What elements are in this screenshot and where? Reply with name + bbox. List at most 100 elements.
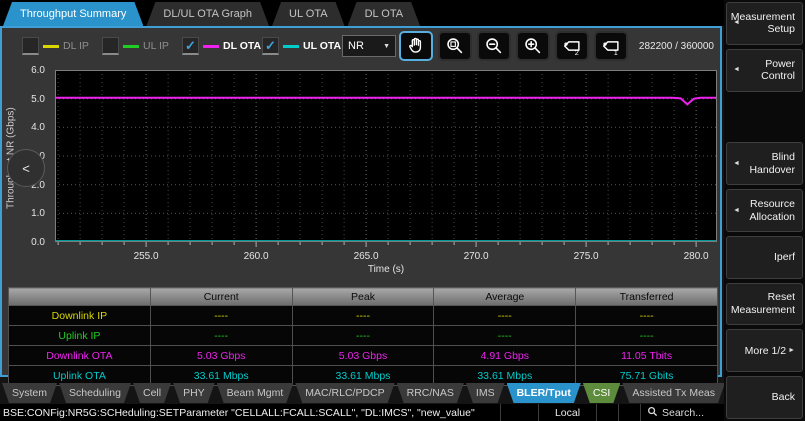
y-tick-label: 4.0 xyxy=(5,122,45,133)
submenu-left-icon: ◄ xyxy=(733,160,740,168)
tab-system[interactable]: System xyxy=(2,383,57,403)
ul-ota-checkbox[interactable]: ✓ xyxy=(262,37,279,55)
y-tick-label: 0.0 xyxy=(5,237,45,248)
status-cell-empty-1 xyxy=(500,404,538,421)
zoom-out-icon xyxy=(483,35,505,57)
zoom-out-button[interactable] xyxy=(477,31,511,61)
tab-beam-mgmt[interactable]: Beam Mgmt xyxy=(217,383,294,403)
zoom-in-button[interactable] xyxy=(516,31,550,61)
stats-header-average: Average xyxy=(434,288,576,306)
softkey-empty-slot xyxy=(724,94,805,141)
stats-header-transferred: Transferred xyxy=(576,288,718,306)
main-content: Throughput Summary DL/UL OTA Graph UL OT… xyxy=(0,0,724,421)
ul-ota-label: UL OTA xyxy=(303,40,341,52)
scpi-command-text: BSE:CONFig:NR5G:SCHeduling:SETParameter … xyxy=(0,407,500,419)
back-button[interactable]: Back xyxy=(726,376,803,419)
ul-ip-checkbox[interactable]: ✓ xyxy=(102,37,119,55)
tab-scheduling[interactable]: Scheduling xyxy=(59,383,131,403)
zoom-in-icon xyxy=(522,35,544,57)
search-box[interactable]: Search... xyxy=(640,404,724,421)
y-tick-label: 6.0 xyxy=(5,65,45,76)
legend-dl-ota: ✓ DL OTA xyxy=(182,37,262,55)
chevron-down-icon: ▼ xyxy=(383,43,390,50)
stats-header-current: Current xyxy=(150,288,292,306)
tab-mac-rlc-pdcp[interactable]: MAC/RLC/PDCP xyxy=(295,383,394,403)
softkey-label: Reset Measurement xyxy=(731,291,795,316)
collapse-panel-button[interactable]: < xyxy=(7,149,45,187)
tab-throughput-summary[interactable]: Throughput Summary xyxy=(3,2,143,26)
softkey-label: Resource Allocation xyxy=(734,198,795,223)
controls-row: ✓ DL IP ✓ UL IP ✓ DL OTA ✓ UL OT xyxy=(2,30,718,62)
zoom-box-button[interactable] xyxy=(438,31,472,61)
zoom-box-icon xyxy=(444,35,466,57)
technology-dropdown-value: NR xyxy=(348,40,364,52)
status-cell-empty-3 xyxy=(618,404,640,421)
stats-header-empty xyxy=(9,288,151,306)
softkey-label: More 1/2 xyxy=(745,345,786,358)
top-tab-bar: Throughput Summary DL/UL OTA Graph UL OT… xyxy=(0,0,724,26)
row-label: Downlink IP xyxy=(9,306,151,326)
y-tick-label: 5.0 xyxy=(5,94,45,105)
x-tick-label: 275.0 xyxy=(564,251,608,262)
graph-toolbar: 2 1 xyxy=(399,31,633,61)
local-mode-indicator: Local xyxy=(538,404,596,421)
measurement-setup-button[interactable]: ◄Measurement Setup xyxy=(726,2,803,45)
cell-current: 5.03 Gbps xyxy=(150,346,292,366)
resource-allocation-button[interactable]: ◄Resource Allocation xyxy=(726,189,803,232)
x-tick-label: 265.0 xyxy=(344,251,388,262)
legend-dl-ip: ✓ DL IP xyxy=(22,37,102,55)
tab-cell[interactable]: Cell xyxy=(133,383,171,403)
submenu-left-icon: ◄ xyxy=(733,206,740,214)
dl-ip-label: DL IP xyxy=(63,40,89,52)
softkey-label: Power Control xyxy=(734,58,795,83)
iperf-button[interactable]: Iperf xyxy=(726,236,803,279)
svg-text:1: 1 xyxy=(614,48,618,57)
blind-handover-button[interactable]: ◄Blind Handover xyxy=(726,142,803,185)
stats-header-peak: Peak xyxy=(292,288,434,306)
tab-ul-ota[interactable]: UL OTA xyxy=(272,2,345,26)
tab-rrc-nas[interactable]: RRC/NAS xyxy=(397,383,464,403)
tab-assisted-tx-meas[interactable]: Assisted Tx Meas xyxy=(622,383,725,403)
stats-header-row: Current Peak Average Transferred xyxy=(9,288,718,306)
legend-ul-ota: ✓ UL OTA xyxy=(262,37,342,55)
table-row-downlink-ota: Downlink OTA 5.03 Gbps 5.03 Gbps 4.91 Gb… xyxy=(9,346,718,366)
softkey-label: Iperf xyxy=(774,251,795,264)
search-icon xyxy=(647,406,658,420)
cell-average: ---- xyxy=(434,306,576,326)
table-row-downlink-ip: Downlink IP ---- ---- ---- ---- xyxy=(9,306,718,326)
tab-phy[interactable]: PHY xyxy=(173,383,215,403)
pan-hand-button[interactable] xyxy=(399,31,433,61)
marker-2-button[interactable]: 2 xyxy=(555,31,589,61)
dl-ip-checkbox[interactable]: ✓ xyxy=(22,37,39,55)
dl-ota-checkbox[interactable]: ✓ xyxy=(182,37,199,55)
bottom-tab-bar: System Scheduling Cell PHY Beam Mgmt MAC… xyxy=(0,383,724,404)
cell-peak: 5.03 Gbps xyxy=(292,346,434,366)
search-placeholder: Search... xyxy=(662,407,704,419)
dl-ota-color-swatch xyxy=(203,45,219,48)
y-tick-label: 1.0 xyxy=(5,208,45,219)
cell-current: ---- xyxy=(150,326,292,346)
tab-ims[interactable]: IMS xyxy=(466,383,505,403)
softkey-label: Blind Handover xyxy=(734,151,795,176)
more-pages-button[interactable]: More 1/2► xyxy=(726,329,803,372)
status-bar: BSE:CONFig:NR5G:SCHeduling:SETParameter … xyxy=(0,404,724,421)
cell-average: ---- xyxy=(434,326,576,346)
reset-measurement-button[interactable]: Reset Measurement xyxy=(726,283,803,326)
marker-1-button[interactable]: 1 xyxy=(594,31,628,61)
cell-current: ---- xyxy=(150,306,292,326)
technology-dropdown[interactable]: NR ▼ xyxy=(342,35,396,57)
softkey-label: Measurement Setup xyxy=(731,11,795,36)
cell-peak: ---- xyxy=(292,306,434,326)
tab-csi[interactable]: CSI xyxy=(583,383,621,403)
tab-bler-tput[interactable]: BLER/Tput xyxy=(507,383,581,403)
throughput-plot[interactable] xyxy=(55,70,717,247)
tab-dl-ul-ota-graph[interactable]: DL/UL OTA Graph xyxy=(146,2,269,26)
marker-1-icon: 1 xyxy=(600,35,622,57)
x-tick-label: 280.0 xyxy=(674,251,718,262)
marker-2-icon: 2 xyxy=(561,35,583,57)
ul-ip-label: UL IP xyxy=(143,40,169,52)
tab-dl-ota[interactable]: DL OTA xyxy=(348,2,421,26)
measurement-panel: ✓ DL IP ✓ UL IP ✓ DL OTA ✓ UL OT xyxy=(0,26,722,377)
power-control-button[interactable]: ◄Power Control xyxy=(726,49,803,92)
x-tick-label: 255.0 xyxy=(124,251,168,262)
